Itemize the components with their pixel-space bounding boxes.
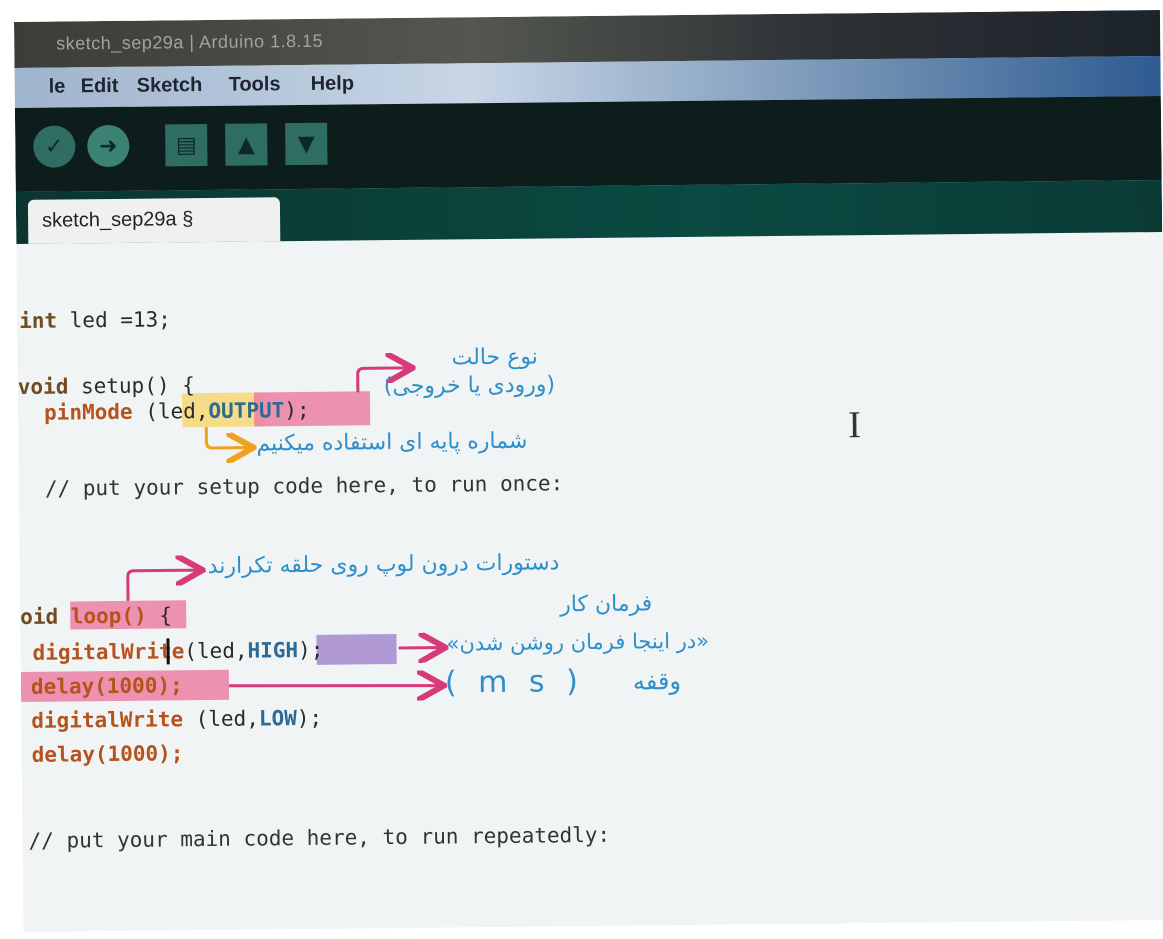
new-button[interactable]: ▤	[165, 123, 208, 167]
arduino-ide-window: sketch_sep29a | Arduino 1.8.15 le Edit S…	[14, 9, 1163, 932]
menu-file[interactable]: le	[49, 75, 66, 98]
window-title: sketch_sep29a | Arduino 1.8.15	[56, 30, 324, 54]
annotation-mode-desc: (ورودی یا خروجی)	[383, 372, 556, 400]
arrow-pin	[204, 426, 250, 448]
annotation-command-title: فرمان کار	[560, 591, 653, 618]
arrow-delay	[228, 684, 441, 688]
annotation-mode-title: نوع حالت	[451, 344, 538, 371]
save-button[interactable]: ▼	[285, 122, 328, 166]
open-button[interactable]: ▲	[225, 123, 268, 166]
toolbar: ✓ ➜ ▤ ▲ ▼	[14, 95, 1162, 192]
new-file-icon: ▤	[175, 132, 197, 158]
code-editor[interactable]: int led =13; void setup() { pinMode (led…	[16, 232, 1163, 932]
menu-sketch[interactable]: Sketch	[137, 74, 203, 98]
check-icon: ✓	[44, 133, 64, 160]
annotation-delay-unit: ( m s )	[444, 664, 584, 701]
annotation-loop-desc: دستورات درون لوپ روی حلقه تکرارند	[207, 550, 560, 580]
menu-tools[interactable]: Tools	[229, 73, 281, 97]
annotation-delay-word: وقفه	[632, 667, 682, 696]
arrow-right-icon: ➜	[98, 133, 118, 159]
arrow-up-icon: ▲	[237, 131, 255, 158]
tab-label: sketch_sep29a §	[41, 208, 194, 232]
upload-button[interactable]: ➜	[87, 124, 130, 168]
menu-help[interactable]: Help	[311, 72, 355, 95]
annotation-arrows	[126, 232, 1163, 932]
arrow-loop	[126, 570, 200, 601]
tab-sketch[interactable]: sketch_sep29a §	[27, 197, 281, 244]
annotation-pin-desc: شماره پایه ای استفاده میکنیم	[256, 428, 528, 457]
verify-button[interactable]: ✓	[33, 125, 76, 168]
annotation-high-desc: «در اینجا فرمان روشن شدن»	[446, 628, 710, 656]
arrow-down-icon: ▼	[297, 131, 315, 157]
menu-edit[interactable]: Edit	[81, 75, 119, 98]
